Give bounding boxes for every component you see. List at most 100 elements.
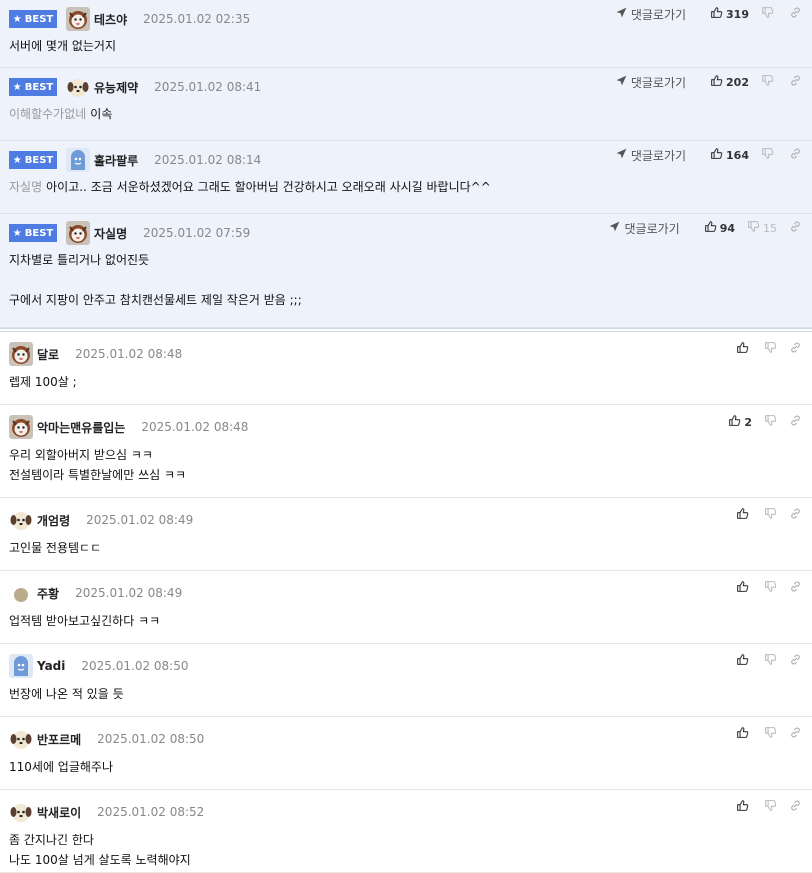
link-icon — [789, 726, 802, 742]
fox-avatar-icon[interactable] — [66, 7, 90, 31]
puppy-avatar-icon[interactable] — [66, 75, 90, 99]
go-to-reply-button[interactable]: 댓글로가기 — [615, 6, 686, 23]
author-nickname[interactable]: 유능제약 — [94, 79, 138, 96]
comment-date: 2025.01.02 08:41 — [154, 80, 262, 94]
downvote-button[interactable] — [764, 580, 777, 596]
comment-body: 이해할수가없네 이속 — [9, 104, 112, 124]
comment-body: 렙제 100살 ; — [9, 372, 77, 392]
comment-item: 반포르메 2025.01.02 08:50 110세에 업글해주나 — [0, 717, 812, 790]
comment-line: 나도 100살 넘게 살도록 노력해야지 — [9, 853, 191, 867]
downvote-button[interactable]: 15 — [747, 220, 777, 236]
thumbs-down-icon — [764, 799, 777, 815]
best-comment: ★ BEST 유능제약 2025.01.02 08:41 댓글로가기 202 이해할수가없네… — [0, 68, 812, 141]
link-icon — [789, 147, 802, 163]
comment-line: 업적템 받아보고싶긴하다 ㅋㅋ — [9, 614, 161, 628]
upvote-button[interactable]: 202 — [710, 74, 749, 90]
comment-header: ★ BEST 자실명 2025.01.02 07:59 — [9, 221, 251, 245]
thumbs-down-icon — [761, 6, 774, 22]
puppy-avatar-icon[interactable] — [9, 508, 33, 532]
upvote-button[interactable]: 94 — [704, 220, 735, 236]
downvote-button[interactable] — [764, 726, 777, 742]
fox-avatar-icon[interactable] — [9, 342, 33, 366]
downvote-button[interactable] — [764, 653, 777, 669]
thumbs-down-icon — [761, 74, 774, 90]
author-nickname[interactable]: 자실명 — [94, 225, 127, 242]
comment-actions — [724, 725, 802, 743]
downvote-button[interactable] — [764, 507, 777, 523]
link-button[interactable] — [789, 507, 802, 523]
link-button[interactable] — [789, 726, 802, 742]
thumbs-up-icon — [736, 580, 749, 596]
author-nickname[interactable]: Yadi — [37, 659, 65, 673]
downvote-button[interactable] — [761, 147, 777, 163]
link-button[interactable] — [789, 341, 802, 357]
link-icon — [789, 580, 802, 596]
puppy-avatar-icon[interactable] — [9, 800, 33, 824]
best-badge-label: BEST — [24, 154, 54, 166]
best-badge: ★ BEST — [9, 78, 57, 96]
comment-actions — [724, 798, 802, 816]
thumbs-down-icon — [764, 726, 777, 742]
upvote-button[interactable] — [736, 580, 752, 596]
link-button[interactable] — [789, 580, 802, 596]
best-comment: ★ BEST 테츠야 2025.01.02 02:35 댓글로가기 319 서버에 몇개 없… — [0, 0, 812, 68]
downvote-button[interactable] — [764, 341, 777, 357]
star-icon: ★ — [12, 227, 22, 239]
upvote-button[interactable] — [736, 653, 752, 669]
fox-avatar-icon[interactable] — [9, 415, 33, 439]
link-button[interactable] — [789, 799, 802, 815]
comment-date: 2025.01.02 07:59 — [143, 226, 251, 240]
link-button[interactable] — [789, 147, 802, 163]
puppy-avatar-icon[interactable] — [9, 727, 33, 751]
thumbs-up-icon — [736, 341, 749, 357]
link-button[interactable] — [789, 74, 802, 90]
comment-date: 2025.01.02 08:14 — [154, 153, 262, 167]
comment-list: ★ BEST 테츠야 2025.01.02 02:35 댓글로가기 319 서버에 몇개 없… — [0, 0, 812, 873]
author-nickname[interactable]: 테츠야 — [94, 11, 127, 28]
comment-actions — [724, 579, 802, 597]
downvote-button[interactable] — [761, 74, 777, 90]
downvote-button[interactable] — [764, 799, 777, 815]
comment-header: ★ BEST 유능제약 2025.01.02 08:41 — [9, 76, 261, 98]
downvote-button[interactable] — [761, 6, 777, 22]
downvote-button[interactable] — [764, 414, 777, 430]
author-nickname[interactable]: 개엄령 — [37, 512, 70, 529]
link-icon — [789, 799, 802, 815]
ghost-avatar-icon[interactable] — [9, 654, 33, 678]
link-button[interactable] — [789, 414, 802, 430]
go-to-reply-button[interactable]: 댓글로가기 — [615, 74, 686, 91]
fox-avatar-icon[interactable] — [66, 221, 90, 245]
reply-label: 댓글로가기 — [630, 148, 687, 163]
reply-target-name[interactable]: 자실명 — [9, 180, 42, 194]
go-to-reply-button[interactable]: 댓글로가기 — [615, 147, 686, 164]
upvote-button[interactable] — [736, 341, 752, 357]
author-nickname[interactable]: 홀라팔루 — [94, 152, 138, 169]
author-nickname[interactable]: 악마는맨유를입는 — [37, 419, 125, 436]
go-to-reply-button[interactable]: 댓글로가기 — [608, 220, 680, 237]
link-button[interactable] — [789, 220, 802, 236]
author-nickname[interactable]: 반포르메 — [37, 731, 81, 748]
link-button[interactable] — [789, 653, 802, 669]
comment-date: 2025.01.02 02:35 — [143, 12, 251, 26]
upvote-button[interactable] — [736, 799, 752, 815]
comment-header: 반포르메 2025.01.02 08:50 — [9, 728, 204, 750]
upvote-button[interactable]: 319 — [710, 6, 749, 22]
reply-target-name[interactable]: 이해할수가없네 — [9, 107, 86, 121]
upvote-button[interactable] — [736, 507, 752, 523]
comment-line: 번장에 나온 적 있을 듯 — [9, 687, 124, 701]
comment-header: 달로 2025.01.02 08:48 — [9, 342, 182, 366]
upvote-button[interactable] — [736, 726, 752, 742]
upvote-button[interactable]: 2 — [728, 414, 752, 430]
comment-body: 지차별로 틀리거나 없어진듯 구에서 지팡이 안주고 참치캔선물세트 제일 작은거… — [9, 250, 302, 310]
link-button[interactable] — [789, 6, 802, 22]
author-nickname[interactable]: 달로 — [37, 346, 59, 363]
upvote-button[interactable]: 164 — [710, 147, 749, 163]
comment-body: 110세에 업글해주나 — [9, 757, 113, 777]
ghost-avatar-icon[interactable] — [66, 148, 90, 172]
dot-avatar-icon[interactable] — [9, 581, 33, 605]
comment-item: 악마는맨유를입는 2025.01.02 08:48 2 우리 외할아버지 받으심 ㅋㅋ… — [0, 405, 812, 498]
author-nickname[interactable]: 박새로이 — [37, 804, 81, 821]
best-comment: ★ BEST 자실명 2025.01.02 07:59 댓글로가기 94 15 지차별로 틀리… — [0, 214, 812, 328]
author-nickname[interactable]: 주황 — [37, 585, 59, 602]
link-icon — [789, 220, 802, 236]
